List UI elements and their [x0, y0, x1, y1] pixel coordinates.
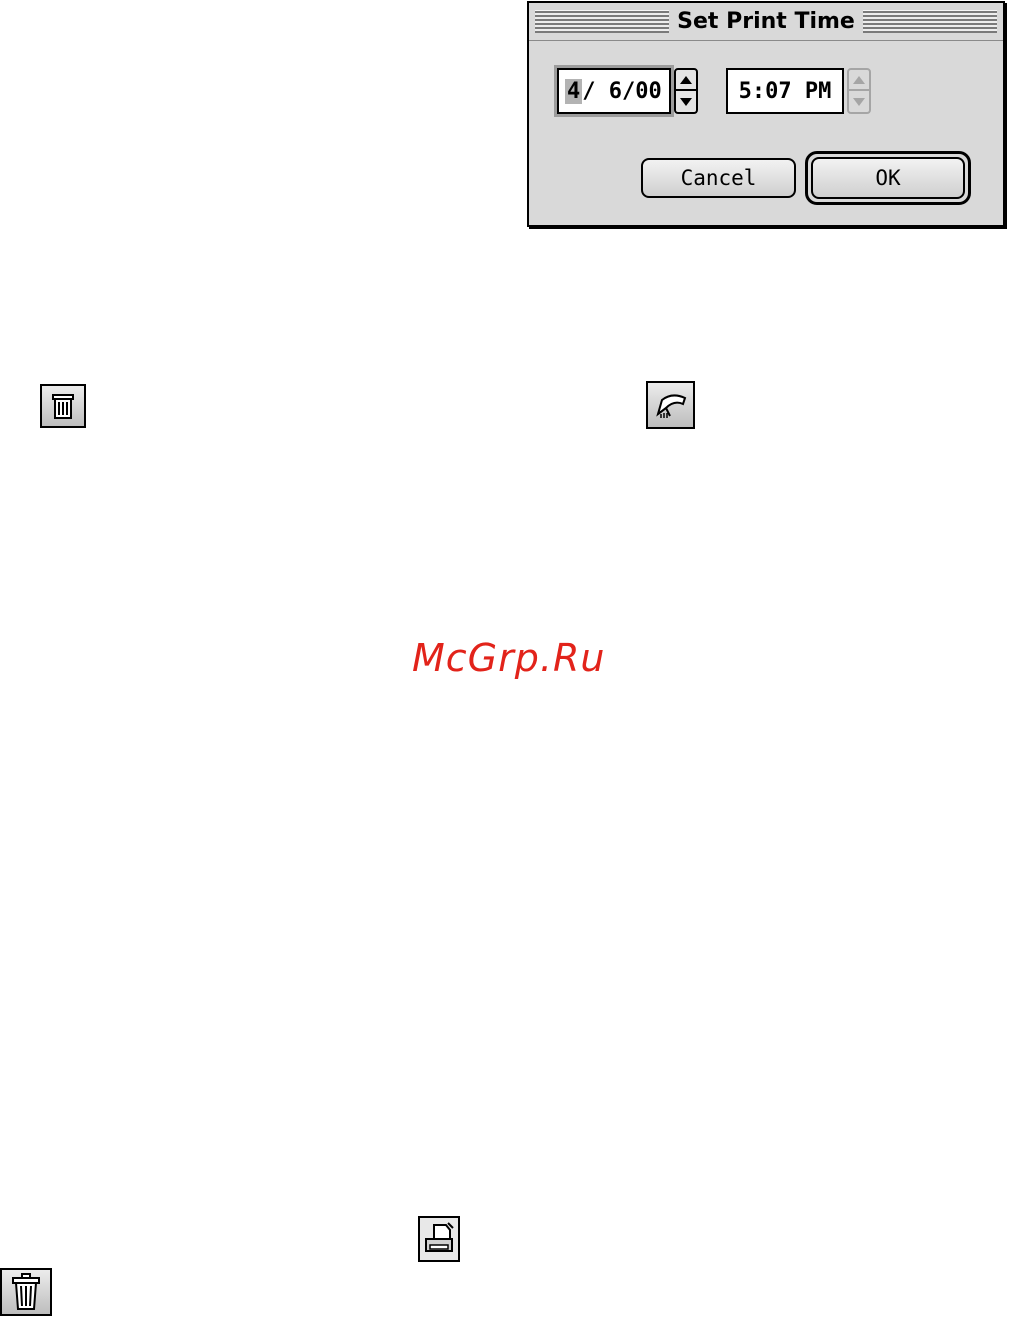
- time-increment-button: [847, 68, 871, 91]
- date-month-segment[interactable]: 4: [565, 78, 583, 104]
- date-rest-segment[interactable]: / 6/00: [582, 79, 661, 104]
- time-stepper: [847, 68, 871, 114]
- date-increment-button[interactable]: [674, 68, 698, 91]
- dialog-titlebar[interactable]: Set Print Time: [529, 3, 1003, 41]
- arrow-down-icon: [680, 97, 692, 106]
- trash-icon[interactable]: [0, 1268, 52, 1316]
- trash-glyph: [52, 394, 74, 419]
- arrow-up-icon: [853, 75, 865, 84]
- trash-glyph: [12, 1273, 40, 1310]
- paper-fan-glyph: [655, 394, 686, 418]
- trash-icon[interactable]: [40, 384, 86, 428]
- printer-icon[interactable]: [418, 1216, 460, 1262]
- time-decrement-button: [847, 91, 871, 114]
- cancel-button[interactable]: Cancel: [641, 158, 796, 198]
- printer-glyph: [425, 1222, 454, 1252]
- ok-button[interactable]: OK: [811, 157, 965, 199]
- watermark-text: McGrp.Ru: [412, 636, 606, 680]
- ok-button-default-ring: OK: [805, 151, 971, 205]
- time-field[interactable]: 5:07 PM: [726, 68, 844, 114]
- date-field[interactable]: 4/ 6/00: [557, 68, 671, 114]
- dialog-title: Set Print Time: [677, 9, 855, 34]
- time-value[interactable]: 5:07 PM: [739, 79, 832, 104]
- arrow-up-icon: [680, 75, 692, 84]
- titlebar-stripes-right: [862, 10, 997, 33]
- paper-fan-icon[interactable]: [646, 381, 695, 429]
- arrow-down-icon: [853, 97, 865, 106]
- date-stepper[interactable]: [674, 68, 698, 114]
- date-decrement-button[interactable]: [674, 91, 698, 114]
- set-print-time-dialog: Set Print Time 4/ 6/00 5:07 PM Cancel OK: [527, 1, 1005, 227]
- titlebar-stripes-left: [535, 10, 670, 33]
